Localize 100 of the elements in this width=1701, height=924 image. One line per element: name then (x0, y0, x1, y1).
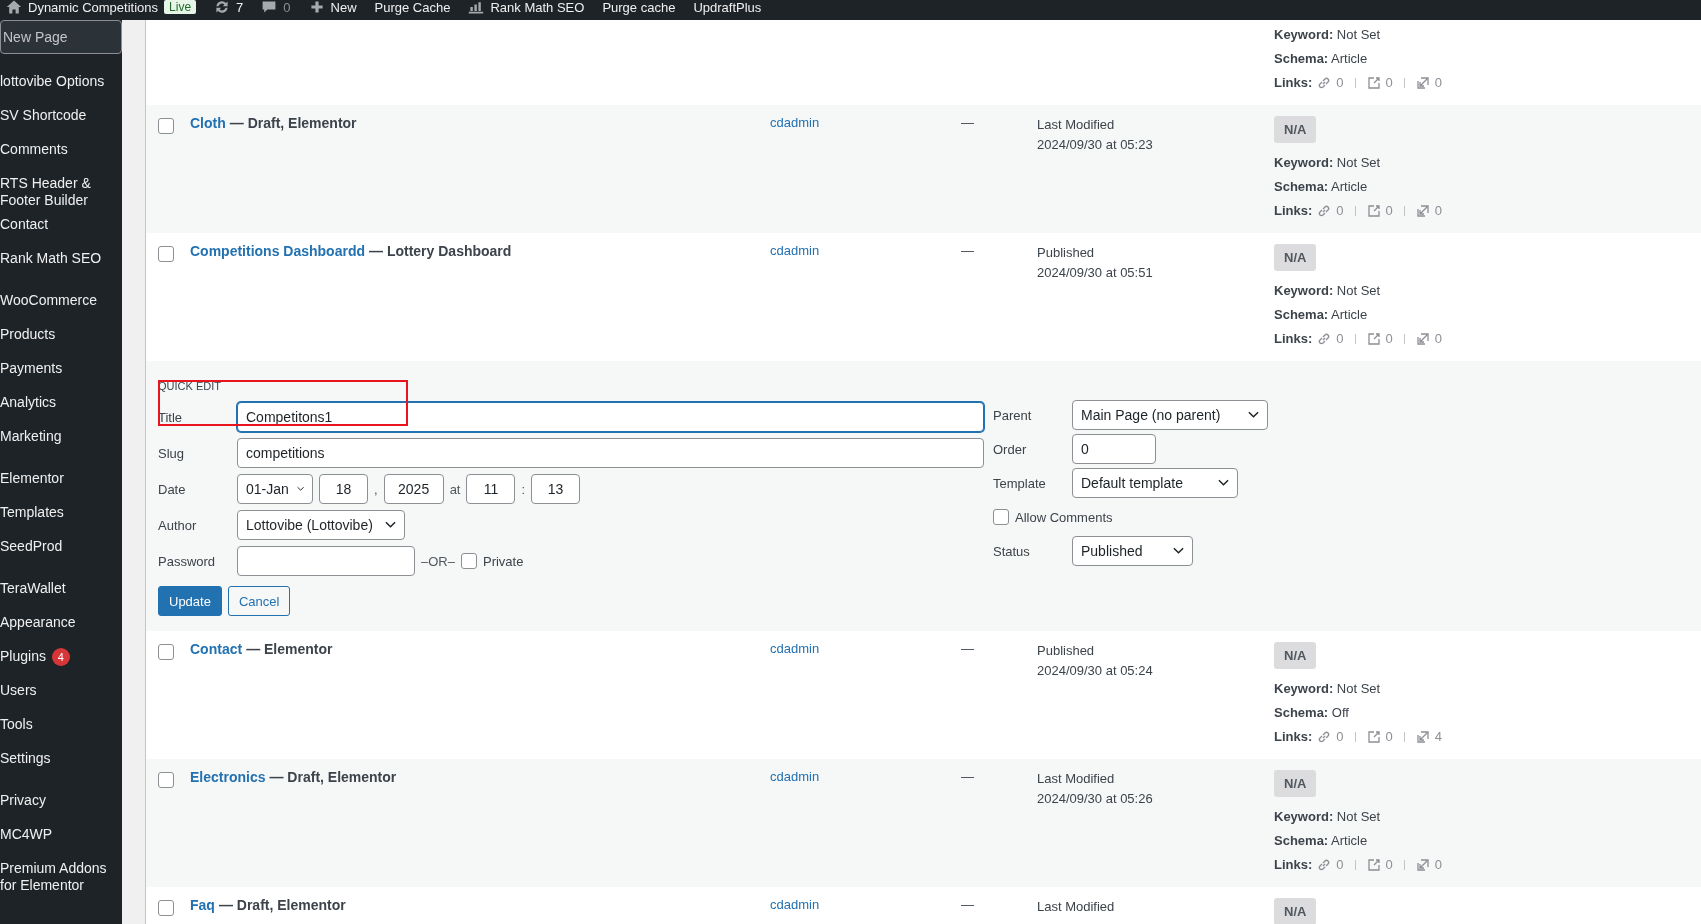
incoming-link-icon (1415, 204, 1430, 218)
parent-select[interactable]: Main Page (no parent) (1072, 400, 1268, 430)
row-checkbox[interactable] (158, 900, 174, 916)
sidebar-item[interactable]: Marketing (0, 421, 122, 455)
minute-field[interactable]: 13 (531, 474, 581, 504)
checkbox-label: Allow Comments (1015, 509, 1113, 525)
template-select[interactable]: Default template (1072, 468, 1238, 498)
author-select[interactable]: Lottovibe (Lottovibe) (237, 510, 405, 540)
title-field[interactable]: Competitons1 (237, 402, 984, 432)
slug-field[interactable]: competitions (237, 438, 984, 468)
sidebar-item[interactable]: Tools (0, 709, 122, 743)
author-link[interactable]: cdadmin (770, 243, 820, 258)
refresh-icon[interactable] (214, 0, 231, 15)
row-checkbox[interactable] (158, 118, 174, 134)
schema-text: Schema: Article (1274, 832, 1369, 850)
purge-cache-link[interactable]: Purge cache (602, 0, 676, 15)
incoming-link-icon (1415, 858, 1430, 872)
hour-field[interactable]: 11 (466, 474, 516, 504)
order-field[interactable]: 0 (1072, 434, 1156, 464)
date-value: 2024/09/30 at 05:26 (1037, 790, 1154, 808)
plus-icon[interactable] (308, 0, 325, 15)
time-separator: : (521, 481, 526, 497)
sidebar-item[interactable]: SeedProd (0, 531, 122, 565)
sidebar-item[interactable]: WooCommerce (0, 285, 122, 319)
live-badge: Live (164, 0, 197, 14)
sidebar-item[interactable]: TeraWallet (0, 573, 122, 607)
home-icon[interactable] (6, 0, 22, 15)
sidebar-item[interactable]: Appearance (0, 607, 122, 641)
sidebar-item[interactable]: Contact (0, 209, 122, 243)
author-link[interactable]: cdadmin (770, 769, 820, 784)
page-title-link[interactable]: Electronics (190, 769, 266, 785)
link-icon (1317, 858, 1332, 872)
comments-cell: — (961, 769, 974, 784)
incoming-links-count: 0 (1434, 856, 1442, 874)
page-title-link[interactable]: Contact (190, 641, 243, 657)
purge-cache-link[interactable]: Purge Cache (374, 0, 451, 15)
page-title-link[interactable]: Cloth (190, 115, 226, 131)
sidebar-item[interactable]: Elementor (0, 463, 122, 497)
chart-icon[interactable] (468, 0, 485, 15)
day-field[interactable]: 18 (319, 474, 368, 504)
updraftplus-link[interactable]: UpdraftPlus (693, 0, 762, 15)
page-title-link[interactable]: Faq (190, 897, 215, 913)
row-checkbox[interactable] (158, 644, 174, 660)
field-label: Status (993, 543, 1031, 559)
post-state: — Draft, Elementor (229, 115, 357, 131)
author-link[interactable]: cdadmin (770, 897, 820, 912)
external-links-count: 0 (1385, 728, 1393, 746)
row-checkbox[interactable] (158, 772, 174, 788)
update-button[interactable]: Update (158, 586, 222, 616)
or-label: –OR– (421, 553, 455, 569)
password-field[interactable] (237, 546, 415, 576)
updates-count[interactable]: 7 (236, 0, 244, 15)
links-label: Links: (1274, 202, 1313, 220)
sidebar-item[interactable]: Templates (0, 497, 122, 531)
date-status: Published (1037, 244, 1096, 262)
rank-math-link[interactable]: Rank Math SEO (490, 0, 585, 15)
comments-cell: — (961, 641, 974, 656)
row-checkbox[interactable] (158, 246, 174, 262)
post-state: — Draft, Elementor (218, 897, 346, 913)
sidebar-item[interactable]: Plugins 4 (0, 641, 122, 675)
sidebar-item[interactable]: RTS Header & Footer Builder (0, 168, 122, 209)
external-link-icon (1366, 858, 1381, 872)
sidebar-item[interactable]: SV Shortcode (0, 100, 122, 134)
sidebar-item[interactable]: lottovibe Options (0, 66, 122, 100)
site-name-link[interactable]: Dynamic Competitions (28, 0, 159, 15)
date-value: 2024/09/30 at 05:51 (1037, 264, 1154, 282)
caret-icon (1218, 479, 1229, 487)
sidebar-item[interactable]: Analytics (0, 387, 122, 421)
sidebar-item[interactable]: Privacy (0, 785, 122, 819)
status-select[interactable]: Published (1072, 536, 1193, 566)
schema-text: Schema: Article (1274, 50, 1369, 68)
date-status: Last Modified (1037, 116, 1116, 134)
author-link[interactable]: cdadmin (770, 641, 820, 656)
comments-count[interactable]: 0 (283, 0, 291, 15)
comment-icon[interactable] (261, 0, 278, 15)
schema-text: Schema: Article (1274, 178, 1369, 196)
month-select[interactable]: 01-Jan (237, 474, 313, 504)
sidebar-item[interactable]: MC4WP (0, 819, 122, 853)
allow-comments-checkbox[interactable] (993, 509, 1009, 525)
private-checkbox[interactable] (460, 553, 477, 569)
date-value: 2024/09/30 at 05:24 (1037, 662, 1154, 680)
cancel-button[interactable]: Cancel (227, 586, 291, 616)
sidebar-item[interactable]: Settings (0, 743, 122, 777)
link-icon (1317, 76, 1332, 90)
external-links-count: 0 (1385, 202, 1393, 220)
year-field[interactable]: 2025 (383, 474, 444, 504)
checkbox-label: Private (482, 553, 524, 569)
seo-score-badge: N/A (1274, 770, 1317, 797)
author-link[interactable]: cdadmin (770, 115, 820, 130)
sidebar-item[interactable]: Users (0, 675, 122, 709)
sidebar-item[interactable]: Payments (0, 353, 122, 387)
sidebar-item[interactable]: Comments (0, 134, 122, 168)
comments-cell: — (961, 897, 974, 912)
sidebar-item[interactable]: Rank Math SEO (0, 243, 122, 277)
sidebar-item[interactable]: New Page (0, 20, 122, 54)
page-title-link[interactable]: Competitions Dashboardd (190, 243, 365, 259)
new-link[interactable]: New (330, 0, 357, 15)
sidebar-item[interactable]: Premium Addons for Elementor (0, 853, 122, 894)
post-state: — Lottery Dashboard (369, 243, 512, 259)
sidebar-item[interactable]: Products (0, 319, 122, 353)
